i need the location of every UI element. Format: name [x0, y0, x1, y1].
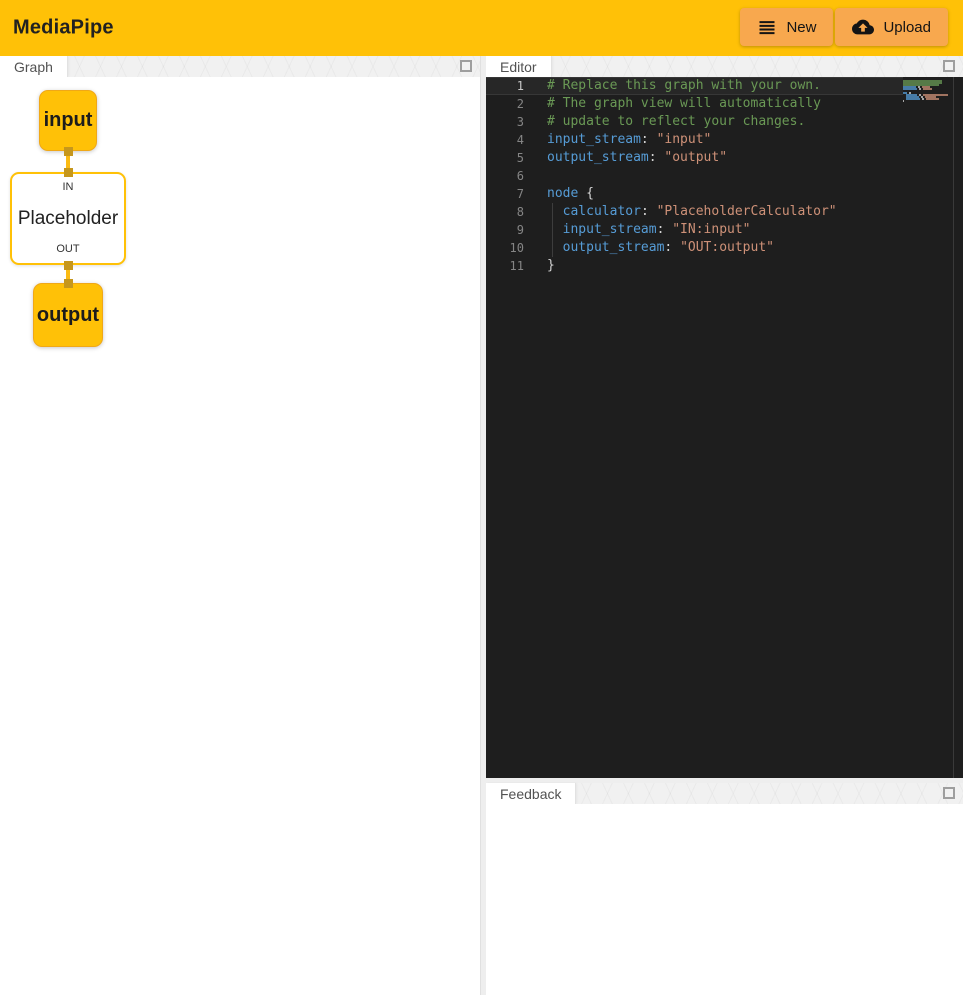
new-button[interactable]: New [740, 8, 833, 46]
editor-minimap[interactable] [903, 80, 947, 102]
feedback-popout-icon[interactable] [943, 787, 955, 799]
tab-editor[interactable]: Editor [486, 56, 552, 77]
new-button-label: New [786, 19, 816, 36]
graph-canvas[interactable]: input IN Placeholder OUT output [0, 77, 480, 995]
editor-panel: Editor 1# Replace this graph with your o… [486, 56, 963, 778]
placeholder-input-port [64, 168, 73, 177]
code-line: 5output_stream: "output" [486, 149, 903, 167]
feedback-panel: Feedback [486, 783, 963, 995]
cloud-upload-icon [852, 16, 874, 38]
menu-lines-icon [757, 17, 777, 37]
graph-node-placeholder[interactable]: IN Placeholder OUT [10, 172, 126, 265]
code-line: 8 calculator: "PlaceholderCalculator" [486, 203, 903, 221]
placeholder-output-port [64, 261, 73, 270]
graph-panel: Graph input IN Placeholder OUT output [0, 56, 481, 995]
header-buttons: New Upload [740, 8, 948, 46]
output-input-port [64, 279, 73, 288]
tab-feedback-label: Feedback [500, 786, 561, 802]
app-title: MediaPipe [13, 17, 114, 40]
editor-popout-icon[interactable] [943, 60, 955, 72]
tab-graph[interactable]: Graph [0, 56, 68, 77]
graph-node-input-label: input [44, 109, 93, 132]
placeholder-in-port-label: IN [12, 181, 124, 193]
tab-editor-label: Editor [500, 59, 537, 75]
right-column: Editor 1# Replace this graph with your o… [486, 56, 963, 995]
graph-popout-icon[interactable] [460, 60, 472, 72]
code-editor[interactable]: 1# Replace this graph with your own.2# T… [486, 77, 963, 778]
tab-graph-label: Graph [14, 59, 53, 75]
app-header: MediaPipe New Upload [0, 0, 963, 56]
code-line: 10 output_stream: "OUT:output" [486, 239, 903, 257]
code-line: 3# update to reflect your changes. [486, 113, 903, 131]
code-line: 1# Replace this graph with your own. [486, 77, 903, 95]
upload-button[interactable]: Upload [835, 8, 948, 46]
graph-node-output-label: output [37, 304, 99, 327]
code-line: 11} [486, 257, 903, 275]
code-line: 9 input_stream: "IN:input" [486, 221, 903, 239]
code-line: 2# The graph view will automatically [486, 95, 903, 113]
code-lines: 1# Replace this graph with your own.2# T… [486, 77, 903, 275]
main-area: Graph input IN Placeholder OUT output [0, 56, 963, 995]
graph-node-input[interactable]: input [39, 90, 97, 151]
graph-tabstrip: Graph [0, 56, 480, 77]
feedback-content [486, 804, 963, 995]
code-line: 4input_stream: "input" [486, 131, 903, 149]
code-line: 6 [486, 167, 903, 185]
graph-node-placeholder-label: Placeholder [18, 208, 118, 230]
code-line: 7node { [486, 185, 903, 203]
input-output-port [64, 147, 73, 156]
upload-button-label: Upload [883, 19, 931, 36]
feedback-tabstrip: Feedback [486, 783, 963, 804]
tab-feedback[interactable]: Feedback [486, 783, 576, 804]
placeholder-out-port-label: OUT [12, 243, 124, 255]
graph-node-output[interactable]: output [33, 283, 103, 347]
editor-tabstrip: Editor [486, 56, 963, 77]
editor-overview-ruler[interactable] [953, 77, 954, 778]
